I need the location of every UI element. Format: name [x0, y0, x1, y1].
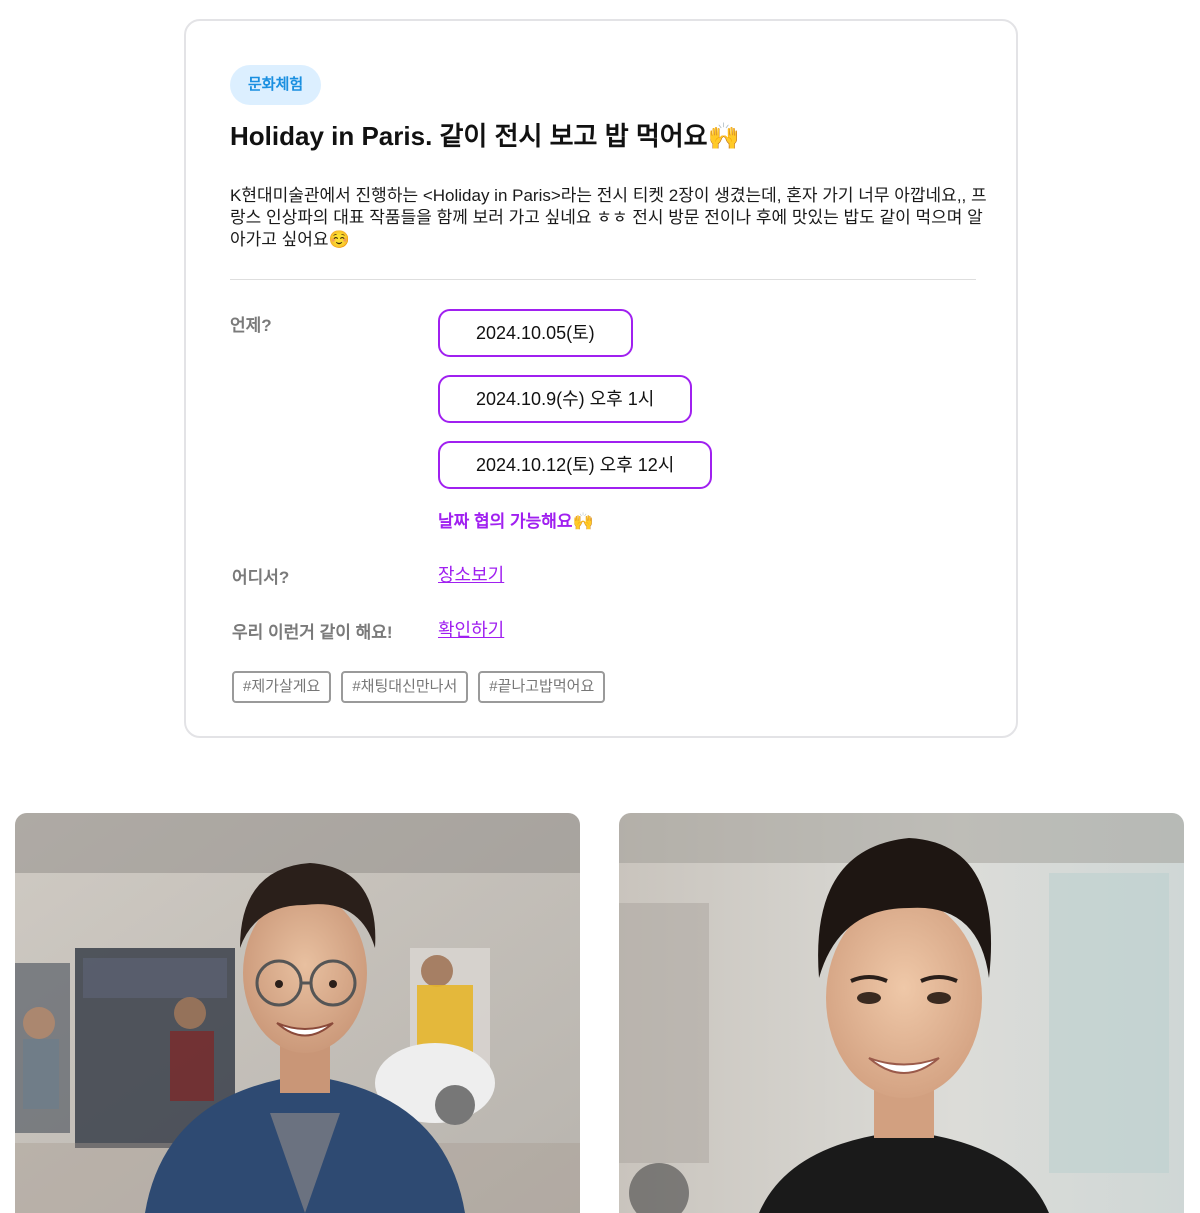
- post-title: Holiday in Paris. 같이 전시 보고 밥 먹어요🙌: [230, 121, 740, 151]
- profile-photo-smiling[interactable]: [619, 813, 1184, 1213]
- view-location-link[interactable]: 장소보기: [438, 561, 504, 587]
- divider: [230, 279, 976, 280]
- tag-list: #제가살게요 #채팅대신만나서 #끝나고밥먹어요: [232, 671, 606, 703]
- category-badge[interactable]: 문화체험: [230, 65, 322, 105]
- tag-chip[interactable]: #끝나고밥먹어요: [478, 671, 606, 703]
- date-option-2[interactable]: 2024.10.9(수) 오후 1시: [438, 375, 693, 423]
- person-photo-icon: [619, 813, 1184, 1213]
- where-label: 어디서?: [232, 568, 290, 587]
- post-description: K현대미술관에서 진행하는 <Holiday in Paris>라는 전시 티켓…: [230, 186, 987, 249]
- date-negotiable-note: 날짜 협의 가능해요🙌: [438, 512, 594, 531]
- date-option-3[interactable]: 2024.10.12(토) 오후 12시: [438, 441, 713, 489]
- view-activity-link[interactable]: 확인하기: [438, 616, 504, 642]
- meetup-post-card: 문화체험 Holiday in Paris. 같이 전시 보고 밥 먹어요🙌 K…: [184, 19, 1018, 738]
- person-photo-icon: [15, 813, 580, 1213]
- tag-chip[interactable]: #채팅대신만나서: [341, 671, 469, 703]
- when-label: 언제?: [230, 316, 272, 335]
- date-option-1[interactable]: 2024.10.05(토): [438, 309, 633, 357]
- tag-chip[interactable]: #제가살게요: [232, 671, 332, 703]
- profile-photo-glasses[interactable]: [15, 813, 580, 1213]
- activity-label: 우리 이런거 같이 해요!: [232, 623, 393, 642]
